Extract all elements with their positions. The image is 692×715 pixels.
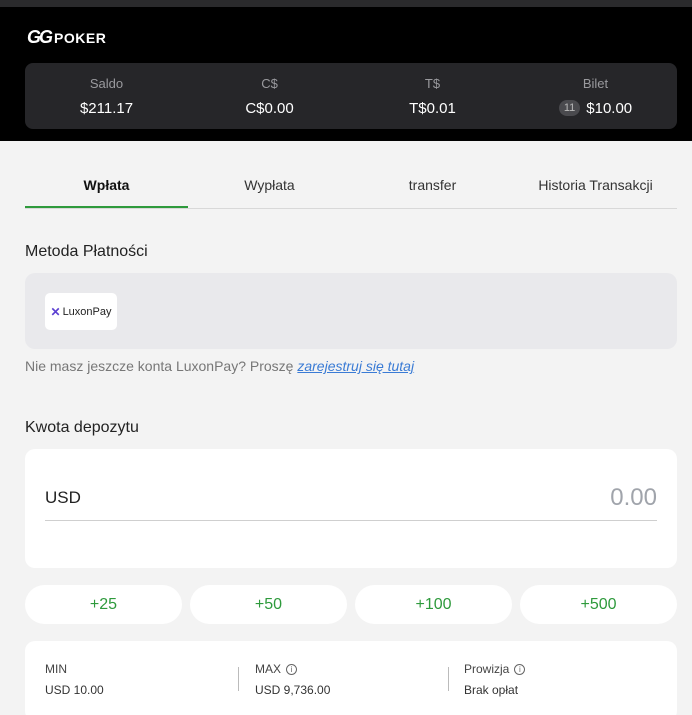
quick-amount-25-button[interactable]: +25 <box>25 585 182 624</box>
quick-amount-50-button[interactable]: +50 <box>190 585 347 624</box>
cashier-tabs: Wpłata Wypłata transfer Historia Transak… <box>25 164 677 209</box>
quick-amount-100-button[interactable]: +100 <box>355 585 512 624</box>
top-strip <box>0 0 692 7</box>
balance-value: $10.00 <box>586 99 633 117</box>
register-link[interactable]: zarejestruj się tutaj <box>297 358 414 374</box>
limit-fee-label: Prowizja <box>464 662 510 676</box>
info-icon[interactable]: i <box>514 663 526 675</box>
limit-max-value: USD 9,736.00 <box>255 683 331 697</box>
divider <box>448 667 449 691</box>
limit-max-label-row: MAX i <box>255 662 330 676</box>
tab-deposit[interactable]: Wpłata <box>25 164 188 208</box>
payment-method-title: Metoda Płatności <box>25 243 148 260</box>
limit-fee: Prowizja i Brak opłat <box>464 662 526 697</box>
divider <box>238 667 239 691</box>
header: GG POKER Saldo $211.17 C$ C$0.00 T$ T$0.… <box>0 7 692 141</box>
balance-label: Bilet <box>582 75 609 91</box>
limit-fee-value: Brak opłat <box>464 683 519 697</box>
ggpoker-logo: GG POKER <box>27 27 106 48</box>
currency-label: USD <box>45 487 81 507</box>
balance-label: Saldo <box>89 75 124 91</box>
tab-transaction-history[interactable]: Historia Transakcji <box>514 164 677 208</box>
limit-max: MAX i USD 9,736.00 <box>255 662 330 697</box>
balance-value-row: 11 $10.00 <box>558 99 633 117</box>
balance-label: C$ <box>261 75 278 91</box>
payment-method-box: ✕ LuxonPay <box>25 273 677 349</box>
balance-ticket: Bilet 11 $10.00 <box>514 63 677 129</box>
luxonpay-method-card[interactable]: ✕ LuxonPay <box>45 293 117 330</box>
balance-value: C$0.00 <box>245 99 294 117</box>
balance-tournament: T$ T$0.01 <box>351 63 514 129</box>
balance-value: T$0.01 <box>409 99 456 117</box>
balance-cad: C$ C$0.00 <box>188 63 351 129</box>
logo-gg: GG <box>27 27 53 47</box>
tab-transfer[interactable]: transfer <box>351 164 514 208</box>
limit-min-value: USD 10.00 <box>45 683 104 697</box>
deposit-amount-title: Kwota depozytu <box>25 419 139 436</box>
limit-min: MIN USD 10.00 <box>45 662 104 697</box>
limit-fee-label-row: Prowizja i <box>464 662 526 676</box>
deposit-limits: MIN USD 10.00 MAX i USD 9,736.00 Prowizj… <box>25 641 677 715</box>
info-icon[interactable]: i <box>286 663 298 675</box>
luxonpay-name: LuxonPay <box>62 305 112 318</box>
limit-max-label: MAX <box>255 662 282 676</box>
amount-row: USD <box>45 475 657 521</box>
balance-saldo: Saldo $211.17 <box>25 63 188 129</box>
tab-withdrawal[interactable]: Wypłata <box>188 164 351 208</box>
limit-min-label: MIN <box>45 662 67 676</box>
balance-label: T$ <box>424 75 441 91</box>
register-note-text: Nie masz jeszcze konta LuxonPay? Proszę <box>25 358 298 374</box>
register-note: Nie masz jeszcze konta LuxonPay? Proszę … <box>25 358 414 374</box>
deposit-amount-box: USD <box>25 449 677 568</box>
amount-input[interactable] <box>457 483 657 512</box>
ticket-count-badge: 11 <box>558 100 581 116</box>
logo-poker: POKER <box>54 29 107 46</box>
luxonpay-logo-icon: ✕ <box>50 304 61 319</box>
quick-amount-500-button[interactable]: +500 <box>520 585 677 624</box>
balance-bar: Saldo $211.17 C$ C$0.00 T$ T$0.01 Bilet … <box>25 63 677 129</box>
balance-value: $211.17 <box>79 99 134 117</box>
